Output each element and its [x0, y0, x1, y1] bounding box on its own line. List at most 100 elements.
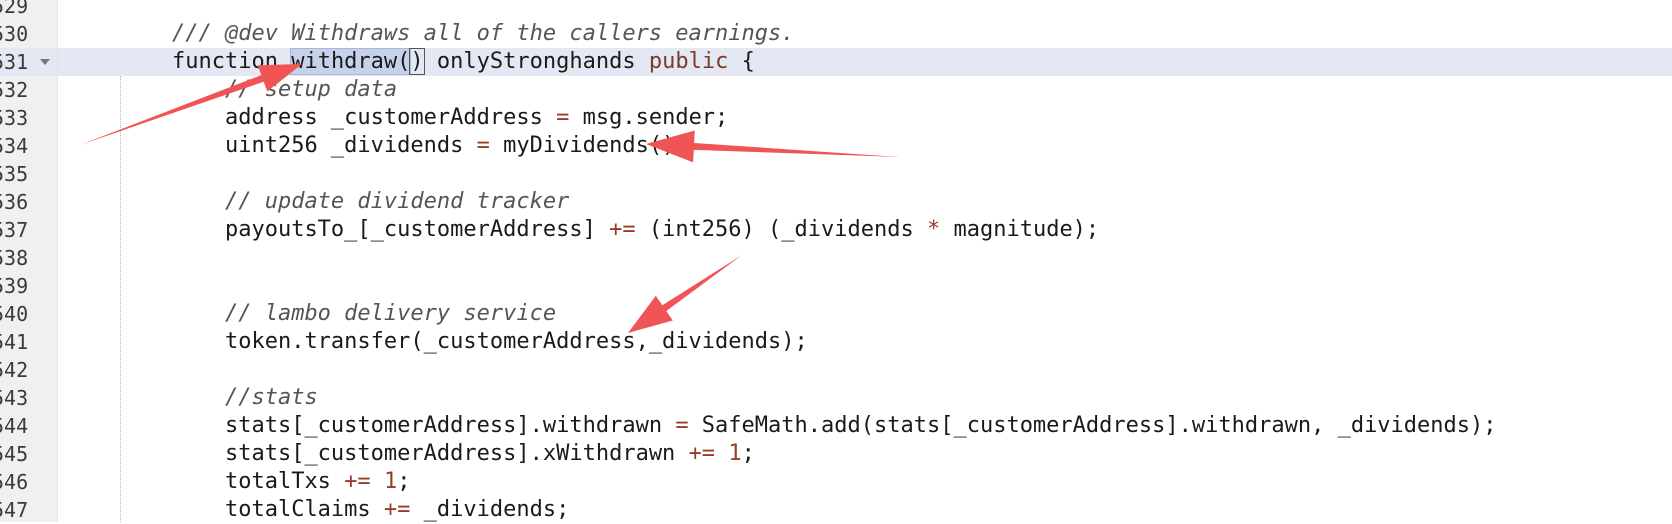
line-number-text: 539	[0, 274, 29, 298]
line-number[interactable]: 538	[0, 244, 57, 272]
code-line[interactable]	[58, 160, 1672, 188]
code-token: stats[_customerAddress].xWithdrawn	[224, 441, 689, 466]
code-token: {	[728, 49, 755, 74]
line-number[interactable]: 546	[0, 468, 57, 496]
code-token: withdraw(	[290, 48, 412, 75]
code-line[interactable]: // update dividend tracker	[58, 188, 1672, 216]
line-number[interactable]: 529	[0, 0, 57, 20]
code-line[interactable]: // lambo delivery service	[58, 300, 1672, 328]
line-number[interactable]: 541	[0, 328, 57, 356]
line-number[interactable]: 542	[0, 356, 57, 384]
line-number-text: 547	[0, 498, 29, 522]
code-line[interactable]: address _customerAddress = msg.sender;	[58, 104, 1672, 132]
code-line-text: totalClaims += _dividends;	[119, 496, 569, 524]
code-token: msg.sender;	[569, 105, 729, 130]
code-line[interactable]	[58, 272, 1672, 300]
code-line[interactable]	[58, 244, 1672, 272]
code-line[interactable]: payoutsTo_[_customerAddress] += (int256)…	[58, 216, 1672, 244]
line-number-text: 535	[0, 162, 29, 186]
code-token: (int256) (_dividends	[635, 217, 927, 242]
code-token: SafeMath.add(stats[_customerAddress].wit…	[688, 413, 1497, 438]
code-token: *	[926, 217, 941, 242]
line-number-text: 534	[0, 134, 29, 158]
line-number-text: 529	[0, 0, 29, 18]
line-number-text: 538	[0, 246, 29, 270]
line-number-text: 531	[0, 50, 29, 74]
line-number[interactable]: 535	[0, 160, 57, 188]
code-token: onlyStronghands	[423, 49, 649, 74]
code-line-text: payoutsTo_[_customerAddress] += (int256)…	[119, 216, 1099, 244]
line-number[interactable]: 532	[0, 76, 57, 104]
line-number[interactable]: 533	[0, 104, 57, 132]
line-number-text: 533	[0, 106, 29, 130]
line-number[interactable]: 543	[0, 384, 57, 412]
code-token: // lambo delivery service	[224, 301, 557, 326]
line-number[interactable]: 545	[0, 440, 57, 468]
code-token: ;	[741, 441, 755, 466]
code-line[interactable]: //stats	[58, 384, 1672, 412]
code-line[interactable]: function withdraw() onlyStronghands publ…	[58, 48, 1672, 76]
code-token: stats[_customerAddress].withdrawn	[224, 413, 676, 438]
fold-toggle-icon[interactable]	[40, 59, 50, 65]
line-number-text: 543	[0, 386, 29, 410]
code-token: totalTxs	[224, 469, 345, 494]
code-line-text: uint256 _dividends = myDividends();	[119, 132, 689, 160]
code-line[interactable]	[58, 356, 1672, 384]
line-number[interactable]: 540	[0, 300, 57, 328]
line-number[interactable]: 530	[0, 20, 57, 48]
code-token: payoutsTo_[_customerAddress]	[224, 217, 610, 242]
code-line[interactable]: totalTxs += 1;	[58, 468, 1672, 496]
line-number[interactable]: 531	[0, 48, 57, 76]
code-token: =	[556, 105, 570, 130]
code-line-text: //stats	[119, 384, 318, 412]
code-token: +=	[344, 469, 371, 494]
line-number-text: 544	[0, 414, 29, 438]
code-line-text: address _customerAddress = msg.sender;	[119, 104, 728, 132]
code-line-text: // update dividend tracker	[119, 188, 569, 216]
line-number-text: 532	[0, 78, 29, 102]
code-token: +=	[688, 441, 716, 466]
line-number-text: 545	[0, 442, 29, 466]
code-token: magnitude);	[940, 217, 1100, 242]
code-token: _dividends;	[410, 497, 570, 522]
code-token: // update dividend tracker	[224, 189, 570, 214]
line-number[interactable]: 536	[0, 188, 57, 216]
code-token: /// @dev Withdraws all of the callers ea…	[171, 21, 795, 46]
code-line-text: // lambo delivery service	[119, 300, 556, 328]
line-number[interactable]: 539	[0, 272, 57, 300]
code-token: function	[171, 49, 278, 74]
line-number[interactable]: 544	[0, 412, 57, 440]
line-number-text: 530	[0, 22, 29, 46]
line-number-text: 546	[0, 470, 29, 494]
line-number[interactable]: 537	[0, 216, 57, 244]
code-token: =	[675, 413, 689, 438]
line-number[interactable]: 547	[0, 496, 57, 524]
code-line-text: stats[_customerAddress].withdrawn = Safe…	[119, 412, 1497, 440]
code-token: totalClaims	[224, 497, 384, 522]
code-token: +=	[609, 217, 636, 242]
code-line[interactable]: stats[_customerAddress].withdrawn = Safe…	[58, 412, 1672, 440]
code-line[interactable]: // setup data	[58, 76, 1672, 104]
code-line[interactable]	[58, 0, 1672, 20]
code-area[interactable]: /// @dev Withdraws all of the callers ea…	[58, 0, 1672, 522]
line-number[interactable]: 534	[0, 132, 57, 160]
code-line[interactable]: token.transfer(_customerAddress,_dividen…	[58, 328, 1672, 356]
code-token: =	[476, 133, 490, 158]
code-line[interactable]: uint256 _dividends = myDividends();	[58, 132, 1672, 160]
code-token: // setup data	[224, 77, 398, 102]
code-editor[interactable]: 529 530 531 532 533 534 535 536 537 538 539 540 541 5…	[0, 0, 1672, 522]
code-line[interactable]: totalClaims += _dividends;	[58, 496, 1672, 524]
line-number-text: 540	[0, 302, 29, 326]
line-number-text: 541	[0, 330, 29, 354]
code-token: public	[648, 49, 729, 74]
line-number-text: 536	[0, 190, 29, 214]
code-line[interactable]: /// @dev Withdraws all of the callers ea…	[58, 20, 1672, 48]
code-line-text: /// @dev Withdraws all of the callers ea…	[119, 20, 795, 48]
line-number-gutter[interactable]: 529 530 531 532 533 534 535 536 537 538 539 540 541 5…	[0, 0, 58, 522]
code-token: uint256	[224, 133, 318, 158]
code-line[interactable]: stats[_customerAddress].xWithdrawn += 1;	[58, 440, 1672, 468]
line-number-text: 537	[0, 218, 29, 242]
